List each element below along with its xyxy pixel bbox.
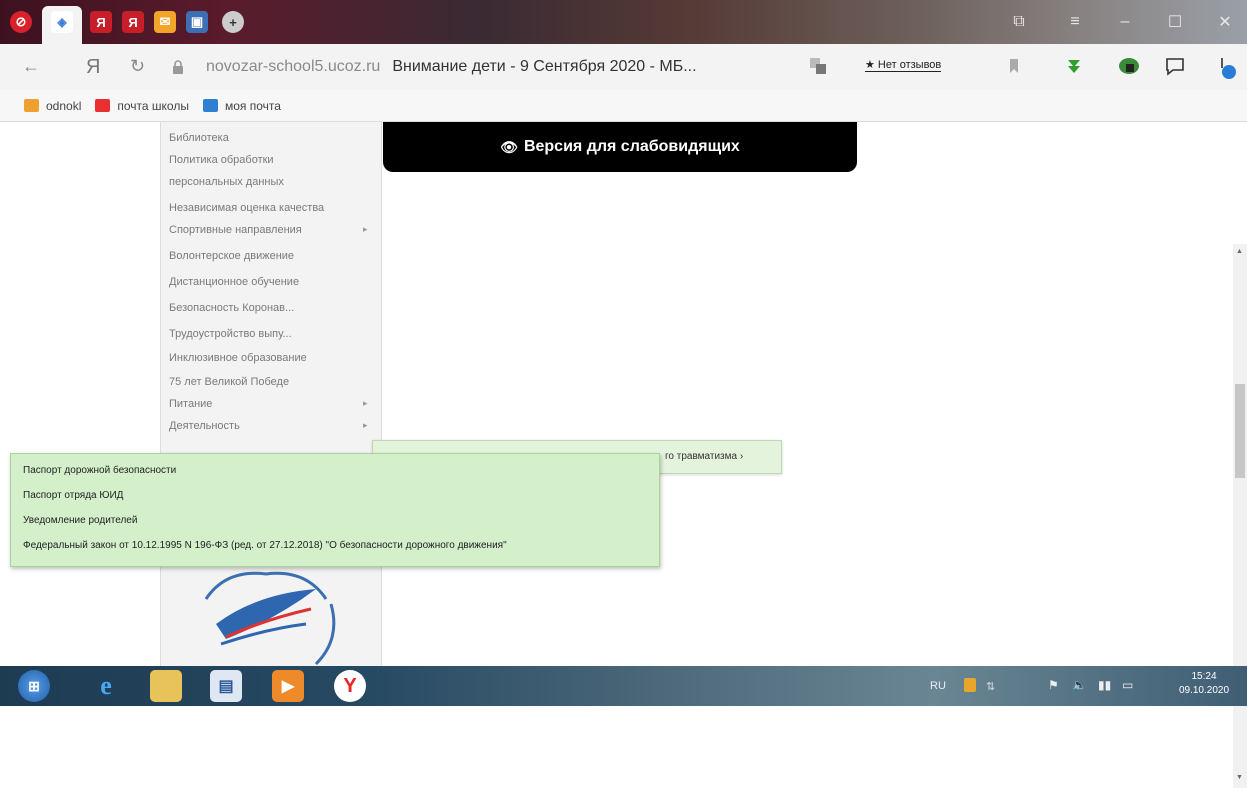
scroll-down-icon[interactable]: ▼ [1236,774,1243,781]
minimize-icon[interactable]: – [1110,10,1140,34]
menu-item[interactable]: Дистанционное обучение [169,276,299,288]
submenu-item[interactable]: Паспорт дорожной безопасности [23,465,176,476]
menu-item[interactable]: Питание [169,398,212,410]
bookmarks-bar: odnokl почта школы моя почта [0,90,1247,122]
clock-date: 09.10.2020 [1178,685,1230,696]
shield-icon[interactable] [964,678,976,692]
bookmark-label: почта школы [117,98,189,113]
tab-icon-2[interactable]: Я [122,11,144,33]
taskbar: ⊞ e ▤ ▶ Y RU ⇅ ⚑ 🔈 ▮▮ ▭ 15:24 09.10.2020 [0,666,1247,706]
submenu-item-traumatism[interactable]: го травматизма › [665,451,743,462]
bookmark-odnokl[interactable]: odnokl [24,99,81,113]
submenu-item[interactable]: Уведомление родителей [23,515,137,526]
scroll-up-icon[interactable]: ▲ [1236,248,1243,255]
menu-item[interactable]: Спортивные направления [169,224,302,236]
version-button-label: Версия для слабовидящих [523,138,740,155]
chevron-right-icon: ▸ [363,224,368,234]
menu-item[interactable]: Трудоустройство выпу... [169,328,292,340]
menu-item[interactable]: Волонтерское движение [169,250,294,262]
bookmark-icon[interactable] [1004,56,1024,76]
clock[interactable]: 15:24 09.10.2020 [1170,670,1238,698]
menu-item[interactable]: Безопасность Коронав... [169,302,294,314]
bookmark-my-mail[interactable]: моя почта [202,98,281,113]
envelope-icon [95,99,111,112]
translate-icon[interactable] [808,56,828,76]
maximize-icon[interactable]: ☐ [1160,10,1190,34]
tab-icon-3[interactable]: ▣ [186,11,208,33]
url-field[interactable]: novozar-school5.ucoz.ru Внимание дети - … [168,52,793,82]
menu-item[interactable]: Независимая оценка качества [169,202,324,214]
back-icon[interactable]: ← [22,56,40,77]
folder-icon[interactable] [150,670,182,702]
eye-icon: 👁 [500,138,518,155]
low-vision-version-button[interactable]: 👁 Версия для слабовидящих [383,122,857,172]
download-icon[interactable] [1064,56,1084,76]
submenu-level-3: Паспорт дорожной безопасности Паспорт от… [10,453,660,567]
site-favicon-icon: ◈ [51,11,73,33]
bookmark-label: моя почта [224,98,281,113]
chevron-right-icon: ▸ [363,420,368,430]
menu-item[interactable]: Деятельность [169,420,240,432]
address-bar: ← Я ↻ novozar-school5.ucoz.ru Внимание д… [0,44,1247,90]
new-tab-icon[interactable]: + [222,11,244,33]
media-player-icon[interactable]: ▶ [272,670,304,702]
menu-item[interactable]: Инклюзивное образование [169,352,307,364]
notepad-icon[interactable]: ▤ [210,670,242,702]
bookmark-label: odnokl [46,98,82,113]
yandex-logo[interactable]: Я [86,56,100,79]
ie-icon[interactable]: e [90,670,122,702]
url-domain: novozar-school5.ucoz.ru [206,58,381,75]
mail-tab-icon[interactable]: ✉ [154,11,176,33]
mail-icon [24,99,39,112]
submenu-item[interactable]: Федеральный закон от 10.12.1995 N 196-ФЗ… [23,540,507,551]
display-icon[interactable]: ▭ [1122,678,1133,692]
tab-strip: ⊘ ◈ Я Я ✉ ▣ + ⧉ ≡ – ☐ ✕ [0,0,1247,44]
lock-icon [173,60,183,74]
vertical-scrollbar[interactable]: ▲ ▼ [1233,244,1247,788]
flag-icon[interactable]: ⚑ [1048,678,1059,692]
volume-icon[interactable]: 🔈 [1072,678,1087,692]
submenu-item[interactable]: Паспорт отряда ЮИД [23,490,123,501]
opera-tab-icon[interactable]: ⊘ [10,11,32,33]
signal-icon[interactable]: ▮▮ [1098,678,1111,692]
extension-icon[interactable] [1118,56,1139,76]
reload-icon[interactable]: ↻ [130,56,145,77]
menu-item[interactable]: Библиотека [169,132,229,144]
mail-icon [202,99,218,112]
menu-icon[interactable]: ≡ [1060,10,1090,34]
menu-item[interactable]: персональных данных [169,176,284,188]
menu-item[interactable]: 75 лет Великой Победе [169,376,289,388]
clock-time: 15:24 [1191,671,1217,682]
reviews-link[interactable]: ★ Нет отзывов [865,58,942,72]
tabs-overview-icon[interactable]: ⧉ [1004,10,1034,34]
chat-icon[interactable] [1164,56,1184,76]
chevron-right-icon: ▸ [363,398,368,408]
page-title: Внимание дети - 9 Сентября 2020 - МБ... [392,58,697,75]
bookmark-school-mail[interactable]: почта школы [95,99,189,113]
active-tab[interactable]: ◈ [42,6,82,44]
network-icon[interactable]: ⇅ [986,680,995,693]
education-logo [204,571,336,666]
language-indicator[interactable]: RU [930,680,946,692]
start-button[interactable]: ⊞ [18,670,50,702]
close-icon[interactable]: ✕ [1210,10,1240,34]
page-content: Библиотека Политика обработки персональн… [0,122,1247,788]
scrollbar-thumb[interactable] [1235,384,1245,478]
menu-item[interactable]: Политика обработки [169,154,274,166]
tab-icon-1[interactable]: Я [90,11,112,33]
downloads-badge-icon[interactable] [1214,56,1236,79]
yandex-browser-icon[interactable]: Y [334,670,366,702]
